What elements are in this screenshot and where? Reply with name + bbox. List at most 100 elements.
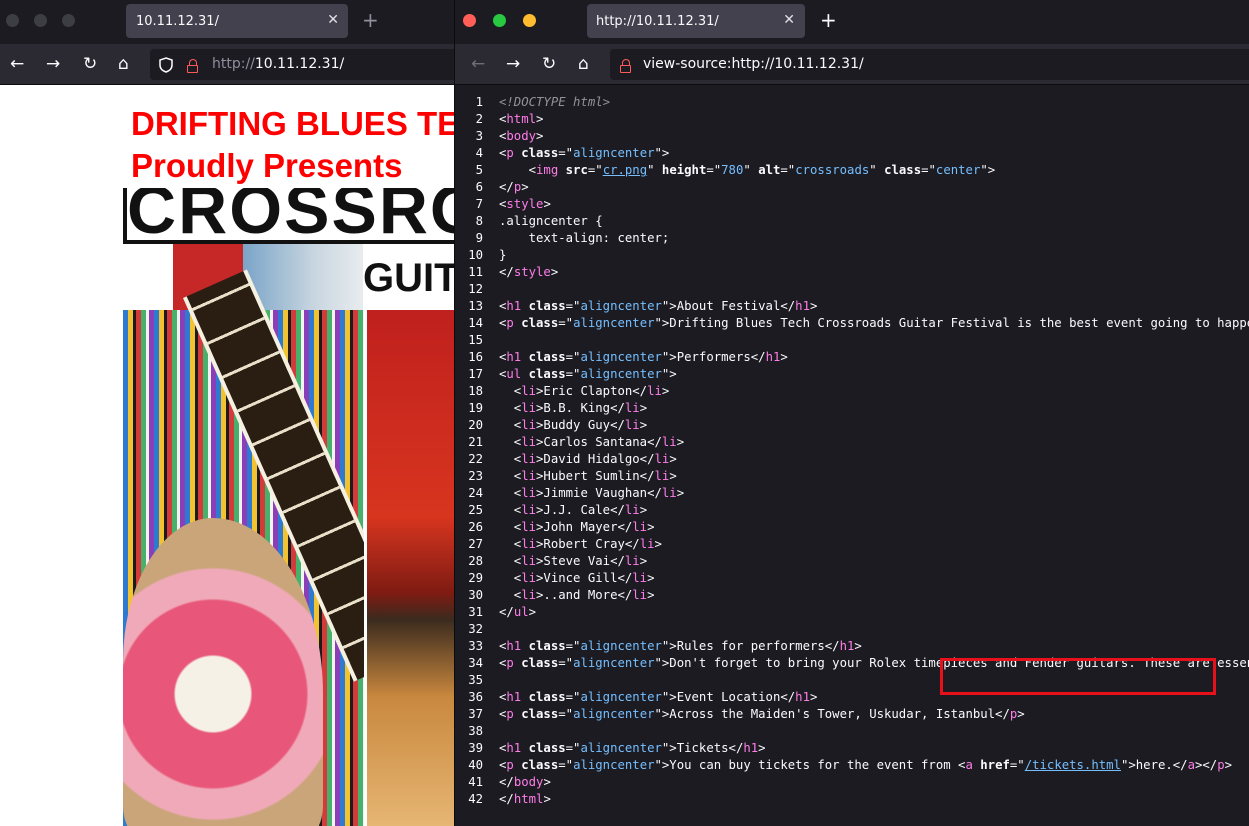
- tab-bar: http://10.11.12.31/ ✕ +: [455, 0, 1249, 44]
- source-code: <li>Vince Gill</li>: [499, 571, 655, 585]
- browser-tab[interactable]: http://10.11.12.31/ ✕: [587, 4, 805, 38]
- source-code: </ul>: [499, 605, 537, 619]
- source-code: </p>: [499, 180, 529, 194]
- url-bar[interactable]: http://10.11.12.31/: [150, 49, 454, 80]
- source-line: 40 <p class="aligncenter">You can buy tic…: [455, 757, 1249, 774]
- browser-tab[interactable]: 10.11.12.31/ ✕: [126, 4, 348, 38]
- source-line: 25 <li>J.J. Cale</li>: [455, 502, 1249, 519]
- source-code: <p class="aligncenter">Across the Maiden…: [499, 707, 1025, 721]
- source-code: <!DOCTYPE html>: [499, 95, 611, 109]
- source-line: 17 <ul class="aligncenter">: [455, 366, 1249, 383]
- forward-arrow-icon[interactable]: →: [46, 54, 60, 74]
- line-number: 19: [468, 401, 483, 415]
- back-arrow-icon[interactable]: ←: [10, 54, 24, 74]
- line-number: 33: [468, 639, 483, 653]
- source-line: 13 <h1 class="aligncenter">About Festival…: [455, 298, 1249, 315]
- source-line: 32: [455, 621, 1249, 638]
- line-number: 5: [475, 163, 483, 177]
- line-number: 28: [468, 554, 483, 568]
- lock-icon[interactable]: [187, 59, 198, 73]
- source-link[interactable]: cr.png: [603, 163, 647, 177]
- forward-arrow-icon[interactable]: →: [506, 54, 520, 74]
- window-close-dot[interactable]: [6, 14, 19, 27]
- window-minimize-dot[interactable]: [34, 14, 47, 27]
- source-code: text-align: center;: [499, 231, 670, 245]
- line-number: 3: [475, 129, 483, 143]
- source-code: }: [499, 248, 507, 262]
- line-number: 11: [468, 265, 483, 279]
- reload-icon[interactable]: ↻: [83, 54, 97, 74]
- source-line: 5 <img src="cr.png" height="780" alt="cr…: [455, 162, 1249, 179]
- source-code: <li>Jimmie Vaughan</li>: [499, 486, 685, 500]
- line-number: 36: [468, 690, 483, 704]
- poster-subtitle: GUIT: [363, 256, 454, 300]
- line-number: 1: [475, 95, 483, 109]
- url-text[interactable]: http://10.11.12.31/: [212, 56, 344, 72]
- headline-line-2: Proudly Presents: [131, 147, 403, 184]
- line-number: 17: [468, 367, 483, 381]
- line-number: 24: [468, 486, 483, 500]
- navigation-toolbar: ← → ↻ ⌂ view-source:http://10.11.12.31/: [455, 44, 1249, 85]
- source-code: </body>: [499, 775, 551, 789]
- source-code: <p class="aligncenter">Drifting Blues Te…: [499, 316, 1249, 330]
- back-arrow-icon[interactable]: ←: [471, 54, 485, 74]
- line-number: 23: [468, 469, 483, 483]
- line-number: 7: [475, 197, 483, 211]
- line-number: 29: [468, 571, 483, 585]
- line-number: 10: [468, 248, 483, 262]
- window-close-dot[interactable]: [463, 14, 476, 27]
- navigation-toolbar: ← → ↻ ⌂ http://10.11.12.31/: [0, 44, 454, 85]
- tab-title: http://10.11.12.31/: [596, 14, 719, 29]
- source-line: 30 <li>..and More</li>: [455, 587, 1249, 604]
- source-line: 18 <li>Eric Clapton</li>: [455, 383, 1249, 400]
- source-line: 12: [455, 281, 1249, 298]
- source-code: <li>Steve Vai</li>: [499, 554, 648, 568]
- source-code: <li>J.J. Cale</li>: [499, 503, 648, 517]
- url-bar[interactable]: view-source:http://10.11.12.31/: [610, 49, 1249, 80]
- plus-icon[interactable]: +: [820, 10, 837, 30]
- lock-icon[interactable]: [620, 59, 631, 73]
- source-line: 22 <li>David Hidalgo</li>: [455, 451, 1249, 468]
- source-line: 24 <li>Jimmie Vaughan</li>: [455, 485, 1249, 502]
- poster-divider: [364, 310, 367, 826]
- source-code: <p class="aligncenter">: [499, 146, 670, 160]
- line-number: 26: [468, 520, 483, 534]
- reload-icon[interactable]: ↻: [542, 54, 556, 74]
- window-maximize-dot[interactable]: [62, 14, 75, 27]
- source-code: <body>: [499, 129, 544, 143]
- background-browser-window: 10.11.12.31/ ✕ + ← → ↻ ⌂ http://10.11.12…: [0, 0, 454, 826]
- line-number: 14: [468, 316, 483, 330]
- plus-icon[interactable]: +: [362, 10, 379, 30]
- source-code: <li>David Hidalgo</li>: [499, 452, 677, 466]
- source-line: 20 <li>Buddy Guy</li>: [455, 417, 1249, 434]
- line-number: 15: [468, 333, 483, 347]
- line-number: 21: [468, 435, 483, 449]
- source-code: <li>Eric Clapton</li>: [499, 384, 670, 398]
- home-icon[interactable]: ⌂: [118, 54, 129, 74]
- line-number: 42: [468, 792, 483, 806]
- line-number: 20: [468, 418, 483, 432]
- source-code: .aligncenter {: [499, 214, 603, 228]
- line-number: 39: [468, 741, 483, 755]
- line-number: 37: [468, 707, 483, 721]
- poster-band: GUIT: [123, 244, 454, 310]
- source-line: 21 <li>Carlos Santana</li>: [455, 434, 1249, 451]
- source-code[interactable]: <p class="aligncenter">You can buy ticke…: [499, 757, 1232, 774]
- source-line: 38: [455, 723, 1249, 740]
- source-line: 1 <!DOCTYPE html>: [455, 94, 1249, 111]
- source-line: 14 <p class="aligncenter">Drifting Blues …: [455, 315, 1249, 332]
- close-icon[interactable]: ✕: [327, 12, 339, 28]
- window-maximize-dot[interactable]: [493, 14, 506, 27]
- source-link[interactable]: /tickets.html: [1025, 758, 1121, 772]
- headline-line-1: DRIFTING BLUES TE: [131, 105, 454, 142]
- view-source-browser-window: http://10.11.12.31/ ✕ + ← → ↻ ⌂ view-sou…: [454, 0, 1249, 826]
- home-icon[interactable]: ⌂: [578, 54, 589, 74]
- line-number: 22: [468, 452, 483, 466]
- window-minimize-dot[interactable]: [523, 14, 536, 27]
- close-icon[interactable]: ✕: [783, 12, 795, 28]
- shield-icon[interactable]: [159, 57, 173, 73]
- source-line: 9 text-align: center;: [455, 230, 1249, 247]
- source-line: 8 .aligncenter {: [455, 213, 1249, 230]
- source-code: <img src="cr.png" height="780" alt="cros…: [499, 163, 996, 177]
- url-text[interactable]: view-source:http://10.11.12.31/: [643, 56, 864, 72]
